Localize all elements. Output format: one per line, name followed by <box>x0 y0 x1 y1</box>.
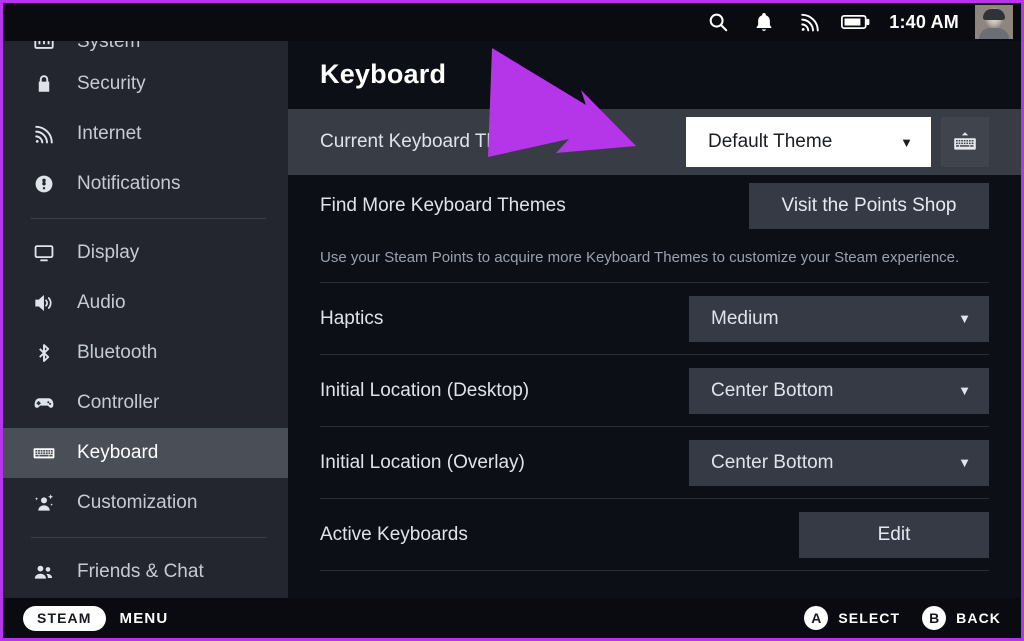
keyboard-icon <box>31 440 57 466</box>
notification-bell-icon[interactable] <box>741 3 787 41</box>
haptics-value: Medium <box>711 307 779 329</box>
sidebar-item-label: Keyboard <box>77 442 159 463</box>
sidebar-item-label: Friends & Chat <box>77 561 204 582</box>
b-button-icon: B <box>922 606 947 630</box>
sidebar-item-label: Audio <box>77 292 126 313</box>
find-more-themes-label: Find More Keyboard Themes <box>320 195 566 216</box>
sidebar-item-label: Security <box>77 73 146 94</box>
controller-icon <box>31 390 57 416</box>
sidebar-item-label: Bluetooth <box>77 342 158 363</box>
settings-content: Keyboard Current Keyboard Theme Default … <box>288 41 1021 598</box>
bottom-bar: STEAM MENU A SELECT B BACK <box>3 598 1021 638</box>
settings-sidebar[interactable]: System Security Internet Notifications D… <box>3 41 288 598</box>
row-active-keyboards[interactable]: Active Keyboards Edit <box>288 499 1021 570</box>
battery-icon[interactable] <box>833 3 879 41</box>
sidebar-item-system[interactable]: System <box>3 41 288 59</box>
chevron-down-icon: ▼ <box>900 134 913 150</box>
current-theme-dropdown[interactable]: Default Theme ▼ <box>686 117 931 167</box>
a-button-icon: A <box>804 606 829 630</box>
audio-icon <box>31 290 57 316</box>
chevron-down-icon: ▼ <box>958 311 971 326</box>
initial-location-desktop-value: Center Bottom <box>711 379 834 401</box>
steam-button-pill[interactable]: STEAM <box>23 605 106 631</box>
menu-label: MENU <box>119 609 169 627</box>
sidebar-item-label: Controller <box>77 392 160 413</box>
search-icon[interactable] <box>695 3 741 41</box>
wifi-icon <box>31 121 57 147</box>
hint-back[interactable]: B BACK <box>922 606 1001 630</box>
sidebar-item-security[interactable]: Security <box>3 59 288 109</box>
system-icon <box>31 41 57 55</box>
sidebar-item-audio[interactable]: Audio <box>3 278 288 328</box>
sidebar-item-label: Customization <box>77 492 198 513</box>
sidebar-item-customization[interactable]: Customization <box>3 478 288 528</box>
sidebar-divider <box>31 218 266 219</box>
avatar[interactable] <box>975 5 1013 39</box>
sidebar-item-label: System <box>77 41 141 52</box>
visit-points-shop-button[interactable]: Visit the Points Shop <box>749 183 989 229</box>
initial-location-desktop-dropdown[interactable]: Center Bottom ▼ <box>689 367 989 414</box>
chevron-down-icon: ▼ <box>958 455 971 470</box>
bottom-bar-left: STEAM MENU <box>23 605 169 631</box>
page-title: Keyboard <box>320 59 447 89</box>
sidebar-item-bluetooth[interactable]: Bluetooth <box>3 328 288 378</box>
chevron-down-icon: ▼ <box>958 383 971 398</box>
edit-active-keyboards-button[interactable]: Edit <box>799 511 989 558</box>
wifi-icon[interactable] <box>787 3 833 41</box>
sidebar-item-internet[interactable]: Internet <box>3 109 288 159</box>
sidebar-item-label: Display <box>77 242 140 263</box>
row-find-more-themes: Find More Keyboard Themes Visit the Poin… <box>288 175 1021 237</box>
section-divider <box>320 570 989 571</box>
friends-icon <box>31 559 57 585</box>
row-initial-location-desktop[interactable]: Initial Location (Desktop) Center Bottom… <box>288 355 1021 426</box>
hint-select[interactable]: A SELECT <box>804 606 900 630</box>
steam-deck-screen: 1:40 AM System Security Internet Notific… <box>0 0 1024 641</box>
notification-icon <box>31 171 57 197</box>
hint-back-label: BACK <box>956 610 1001 626</box>
show-keyboard-icon <box>954 132 976 150</box>
sidebar-item-label: Internet <box>77 123 142 144</box>
hint-select-label: SELECT <box>838 610 901 626</box>
active-keyboards-label: Active Keyboards <box>320 523 468 545</box>
points-helper-text: Use your Steam Points to acquire more Ke… <box>320 249 960 266</box>
sidebar-item-controller[interactable]: Controller <box>3 378 288 428</box>
show-keyboard-button[interactable] <box>941 117 989 167</box>
row-haptics[interactable]: Haptics Medium ▼ <box>288 283 1021 354</box>
sidebar-item-keyboard[interactable]: Keyboard <box>3 428 288 478</box>
initial-location-desktop-label: Initial Location (Desktop) <box>320 379 530 401</box>
current-keyboard-theme-label: Current Keyboard Theme <box>320 131 535 152</box>
row-current-keyboard-theme[interactable]: Current Keyboard Theme Default Theme ▼ <box>288 109 1021 175</box>
display-icon <box>31 240 57 266</box>
current-theme-controls: Default Theme ▼ <box>686 117 989 167</box>
status-clock: 1:40 AM <box>889 11 959 32</box>
haptics-label: Haptics <box>320 307 384 329</box>
initial-location-overlay-label: Initial Location (Overlay) <box>320 451 525 473</box>
sidebar-item-notifications[interactable]: Notifications <box>3 159 288 209</box>
haptics-dropdown[interactable]: Medium ▼ <box>689 295 989 342</box>
customization-icon <box>31 490 57 516</box>
current-theme-value: Default Theme <box>708 131 833 152</box>
sidebar-item-display[interactable]: Display <box>3 228 288 278</box>
bluetooth-icon <box>31 340 57 366</box>
sidebar-item-friends-and-chat[interactable]: Friends & Chat <box>3 547 288 597</box>
row-initial-location-overlay[interactable]: Initial Location (Overlay) Center Bottom… <box>288 427 1021 498</box>
sidebar-divider <box>31 537 266 538</box>
bottom-bar-hints: A SELECT B BACK <box>804 606 1001 630</box>
initial-location-overlay-value: Center Bottom <box>711 451 834 473</box>
initial-location-overlay-dropdown[interactable]: Center Bottom ▼ <box>689 439 989 486</box>
status-bar: 1:40 AM <box>3 3 1021 41</box>
lock-icon <box>31 71 57 97</box>
sidebar-item-label: Notifications <box>77 173 181 194</box>
